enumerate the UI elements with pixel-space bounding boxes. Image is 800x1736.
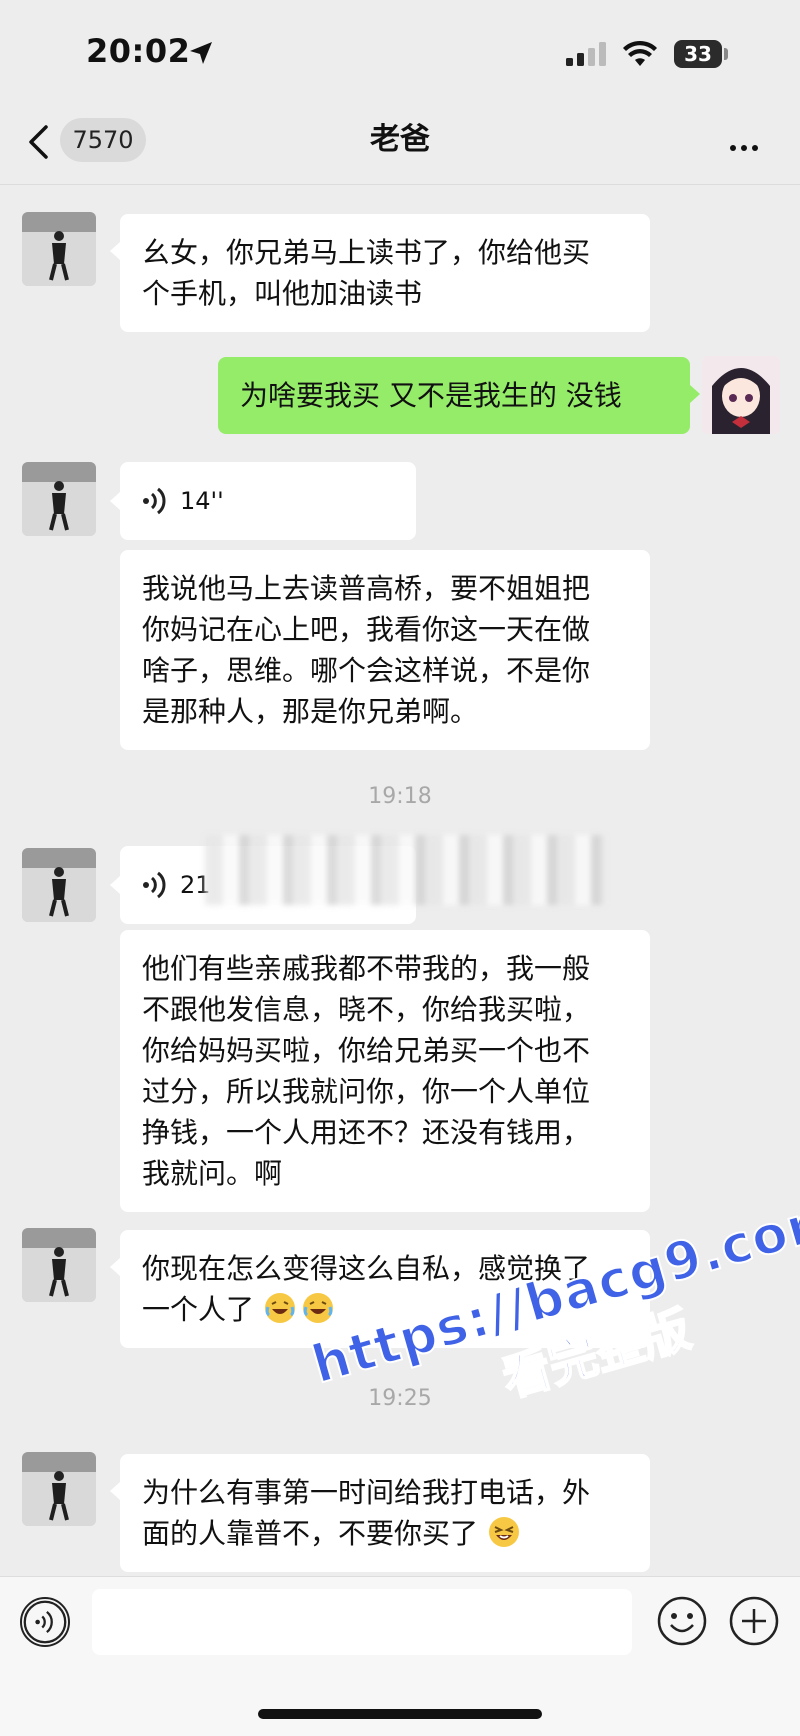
rolling-laughing-emoji-icon: [488, 1517, 519, 1547]
message-bubble[interactable]: 我说他马上去读普高桥，要不姐姐把 你妈记在心上吧，我看你这一天在做 啥子，思维。…: [120, 550, 650, 750]
message-text-line: 为什么有事第一时间给我打电话，外: [142, 1476, 591, 1509]
voice-wave-icon: [143, 487, 166, 515]
voice-wave-icon: [143, 871, 166, 899]
message-text-line: 个手机，叫他加油读书: [142, 277, 423, 310]
message-text-line: 挣钱，一个人用还不？还没有钱用，: [142, 1116, 591, 1149]
message-text-line: 你给妈妈买啦，你给兄弟买一个也不: [142, 1034, 591, 1067]
bubble-tail: [110, 242, 120, 260]
status-bar: 20:02 33: [0, 0, 800, 100]
message-text-line: 幺女，你兄弟马上读书了，你给他买: [142, 236, 591, 269]
contact-avatar[interactable]: [22, 1228, 96, 1302]
message-bubble[interactable]: 为什么有事第一时间给我打电话，外 面的人靠普不，不要你买了: [120, 1454, 650, 1572]
person-photo-icon: [22, 848, 96, 922]
message-text-line: 他们有些亲戚我都不带我的，我一般: [142, 952, 591, 985]
laughing-crying-emoji-icon: [264, 1293, 295, 1323]
anime-girl-avatar-icon: [702, 356, 780, 434]
battery-tip: [724, 48, 728, 60]
message-text-line: 过分，所以我就问你，你一个人单位: [142, 1075, 591, 1108]
voice-duration: 14'': [180, 487, 224, 515]
person-photo-icon: [22, 1452, 96, 1526]
chat-screen: 20:02 33 7570 老爸 幺女，你兄弟马上读书了，你给他买 个手机，叫他…: [0, 0, 800, 1736]
bubble-tail: [110, 1258, 120, 1276]
status-time: 20:02: [86, 32, 191, 70]
contact-avatar[interactable]: [22, 212, 96, 286]
person-photo-icon: [22, 212, 96, 286]
my-message-bubble[interactable]: 为啥要我买 又不是我生的 没钱: [218, 357, 690, 434]
contact-avatar[interactable]: [22, 1452, 96, 1526]
message-text-line: 是那种人，那是你兄弟啊。: [142, 695, 479, 728]
message-bubble[interactable]: 幺女，你兄弟马上读书了，你给他买 个手机，叫他加油读书: [120, 214, 650, 332]
message-text-line: 我说他马上去读普高桥，要不姐姐把: [142, 572, 591, 605]
person-photo-icon: [22, 462, 96, 536]
person-photo-icon: [22, 1228, 96, 1302]
chat-title: 老爸: [370, 122, 430, 157]
message-timestamp: 19:18: [368, 784, 432, 809]
message-text-line: 为啥要我买 又不是我生的 没钱: [240, 379, 622, 412]
chat-input-bar: [0, 1576, 800, 1736]
censored-blur: [205, 835, 605, 905]
my-avatar[interactable]: [702, 356, 780, 434]
message-text-line: 你妈记在心上吧，我看你这一天在做: [142, 613, 591, 646]
more-options-icon[interactable]: [730, 136, 766, 151]
message-text-line: 一个人了: [142, 1293, 255, 1326]
message-bubble[interactable]: 他们有些亲戚我都不带我的，我一般 不跟他发信息，晓不，你给我买啦， 你给妈妈买啦…: [120, 930, 650, 1212]
location-arrow-icon: [190, 42, 212, 64]
contact-avatar[interactable]: [22, 462, 96, 536]
chat-header: 7570 老爸: [0, 100, 800, 185]
message-timestamp: 19:25: [368, 1386, 432, 1411]
message-text-line: 啥子，思维。哪个会这样说，不是你: [142, 654, 591, 687]
bubble-tail: [110, 1482, 120, 1500]
message-bubble[interactable]: 你现在怎么变得这么自私，感觉换了 一个人了: [120, 1230, 650, 1348]
cellular-signal-icon: [566, 42, 606, 66]
unread-count-badge[interactable]: 7570: [60, 118, 146, 162]
emoji-picker-icon[interactable]: [656, 1595, 708, 1647]
bubble-tail: [690, 385, 700, 403]
laughing-crying-emoji-icon: [302, 1293, 333, 1323]
voice-message[interactable]: 14'': [120, 462, 416, 540]
message-text-line: 面的人靠普不，不要你买了: [142, 1517, 479, 1550]
message-text-line: 你现在怎么变得这么自私，感觉换了: [142, 1252, 591, 1285]
back-chevron-icon[interactable]: [26, 124, 50, 160]
home-indicator: [258, 1709, 542, 1719]
message-text-line: 不跟他发信息，晓不，你给我买啦，: [142, 993, 591, 1026]
voice-input-toggle-icon[interactable]: [20, 1597, 70, 1647]
add-attachment-icon[interactable]: [728, 1595, 780, 1647]
bubble-tail: [110, 876, 120, 894]
battery-indicator: 33: [674, 40, 722, 68]
wifi-icon: [623, 40, 657, 66]
message-input[interactable]: [92, 1589, 632, 1655]
bubble-tail: [110, 492, 120, 510]
message-text-line: 我就问。啊: [142, 1157, 283, 1190]
contact-avatar[interactable]: [22, 848, 96, 922]
